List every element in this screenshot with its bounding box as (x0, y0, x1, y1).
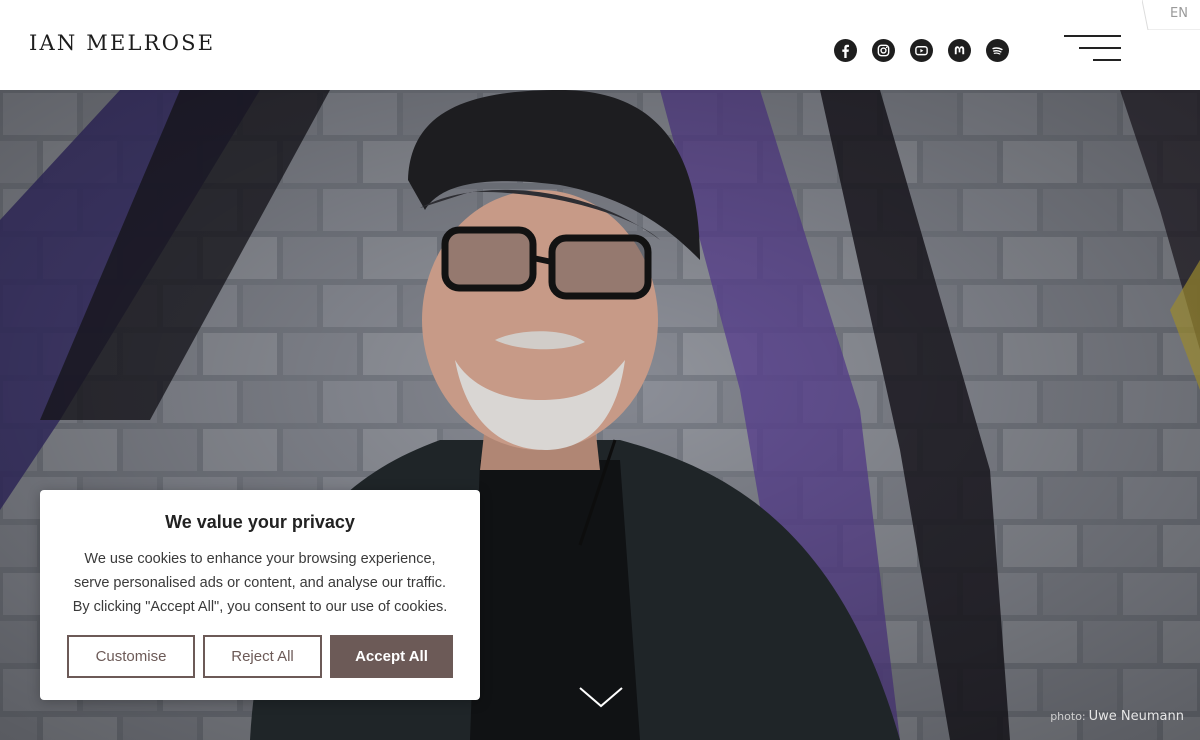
cookie-description-line: We use cookies to enhance your browsing … (84, 551, 436, 567)
cookie-title: We value your privacy (165, 512, 355, 532)
photo-credit: photo: Uwe Neumann (1050, 709, 1184, 724)
cookie-description: We use cookies to enhance your browsing … (62, 547, 458, 619)
cookie-description-line: By clicking "Accept All", you consent to… (72, 599, 448, 615)
cookie-consent-dialog: We value your privacy We use cookies to … (40, 490, 480, 700)
instagram-icon[interactable] (872, 39, 895, 62)
hamburger-menu-icon[interactable] (1063, 35, 1121, 63)
spotify-icon[interactable] (986, 39, 1009, 62)
customise-button[interactable]: Customise (67, 635, 195, 678)
site-header: IAN MELROSE EN (0, 0, 1200, 90)
youtube-icon[interactable] (910, 39, 933, 62)
cookie-description-line: serve personalised ads or content, and a… (73, 575, 447, 591)
chevron-down-icon[interactable] (578, 686, 624, 710)
site-logo[interactable]: IAN MELROSE (29, 30, 215, 56)
photo-credit-prefix: photo: (1050, 710, 1086, 723)
social-links (834, 39, 1009, 62)
accept-all-button[interactable]: Accept All (330, 635, 453, 678)
mastodon-icon[interactable] (948, 39, 971, 62)
language-label: EN (1170, 6, 1188, 21)
language-switcher[interactable]: EN (1142, 0, 1200, 30)
photo-credit-name: Uwe Neumann (1088, 709, 1184, 724)
facebook-icon[interactable] (834, 39, 857, 62)
reject-all-button[interactable]: Reject All (203, 635, 322, 678)
